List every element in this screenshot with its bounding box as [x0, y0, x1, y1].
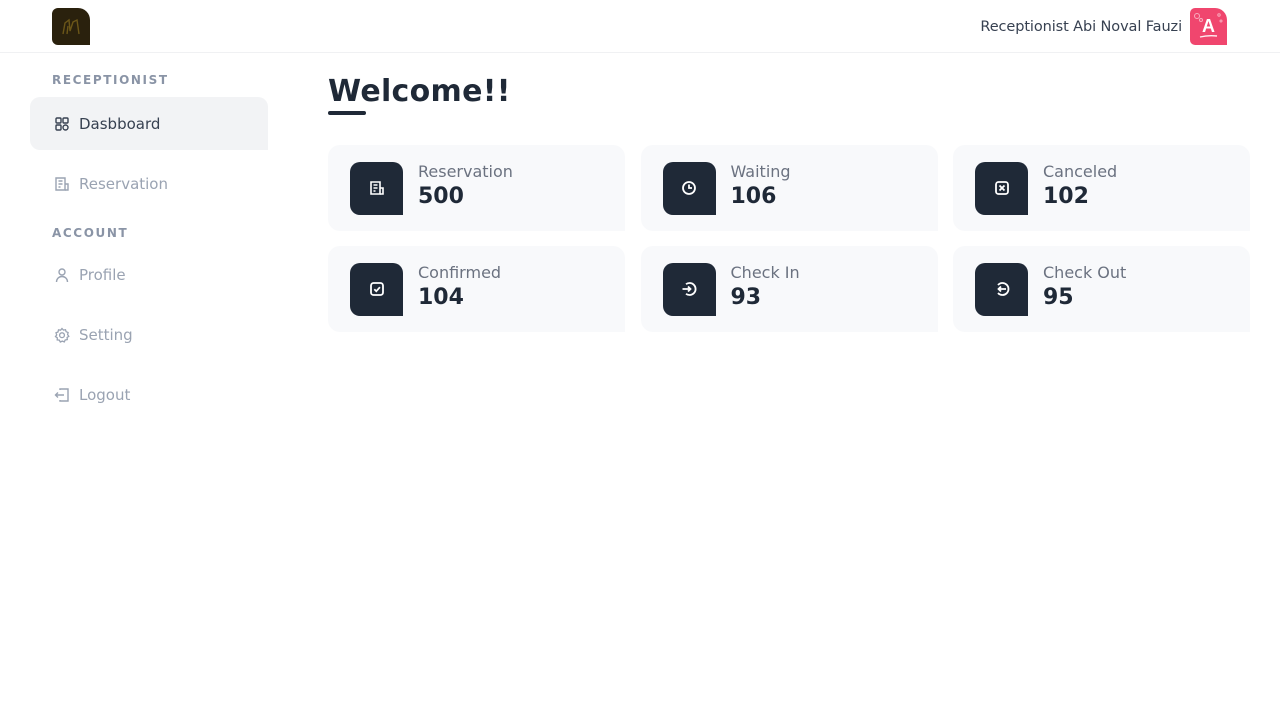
stats-grid: Reservation 500 Waiting 106 Canceled 102…	[328, 145, 1250, 332]
card-icon-box	[662, 262, 716, 316]
user-menu[interactable]: Receptionist Abi Noval Fauzi A	[980, 8, 1227, 45]
stat-value: 104	[418, 285, 464, 310]
sidebar-item-label: Setting	[79, 325, 133, 344]
card-icon-box	[350, 262, 403, 316]
sidebar-item-dashboard[interactable]: Dasbboard	[30, 97, 268, 150]
section-label-receptionist: RECEPTIONIST	[52, 73, 169, 87]
sidebar: RECEPTIONIST Dasbboard Reservation ACCOU…	[30, 53, 268, 421]
receipt-icon	[55, 176, 69, 191]
card-icon-box	[350, 161, 403, 215]
sidebar-item-setting[interactable]: Setting	[30, 308, 268, 361]
section-label-account: ACCOUNT	[52, 226, 129, 240]
gear-icon	[54, 326, 70, 343]
stat-label: Canceled	[1043, 162, 1118, 181]
user-name: Receptionist Abi Noval Fauzi	[980, 18, 1182, 35]
stat-label: Check Out	[1043, 263, 1127, 282]
logout-icon	[54, 387, 69, 402]
title-underline	[328, 111, 366, 115]
stat-label: Reservation	[418, 162, 513, 181]
check-in-icon	[682, 282, 697, 296]
clock-icon	[682, 181, 696, 195]
sidebar-item-label: Dasbboard	[79, 114, 161, 133]
stat-label: Waiting	[730, 162, 791, 181]
card-icon-box	[975, 161, 1028, 215]
stat-card-canceled[interactable]: Canceled 102	[953, 145, 1250, 231]
stat-label: Confirmed	[418, 263, 502, 282]
sidebar-item-profile[interactable]: Profile	[30, 248, 268, 301]
card-icon-box	[662, 161, 716, 215]
top-bar: Receptionist Abi Noval Fauzi A	[0, 0, 1280, 53]
page-title: Welcome!!	[328, 74, 511, 109]
stat-value: 106	[730, 184, 777, 209]
main-content: Welcome!! Reservation 500 Waiting 106 Ca…	[328, 53, 1250, 332]
stat-card-reservation[interactable]: Reservation 500	[328, 145, 625, 231]
dashboard-grid-icon	[55, 116, 69, 131]
receipt-icon	[369, 181, 384, 195]
stat-card-confirmed[interactable]: Confirmed 104	[328, 246, 625, 332]
card-icon-box	[975, 262, 1028, 316]
user-icon	[55, 267, 69, 282]
stat-value: 93	[730, 285, 762, 310]
hotel-logo-icon[interactable]	[52, 8, 90, 45]
check-out-icon	[996, 282, 1009, 296]
x-square-icon	[994, 181, 1009, 195]
avatar[interactable]: A	[1190, 8, 1227, 45]
sidebar-item-logout[interactable]: Logout	[30, 368, 268, 421]
stat-card-check-in[interactable]: Check In 93	[640, 246, 938, 332]
stat-value: 500	[418, 184, 464, 209]
sidebar-item-label: Logout	[79, 385, 131, 404]
sidebar-item-label: Profile	[79, 265, 126, 284]
sidebar-item-reservation[interactable]: Reservation	[30, 157, 268, 210]
stat-card-check-out[interactable]: Check Out 95	[953, 246, 1250, 332]
check-square-icon	[369, 282, 384, 296]
sidebar-item-label: Reservation	[79, 174, 168, 193]
stat-card-waiting[interactable]: Waiting 106	[640, 145, 938, 231]
stat-value: 95	[1043, 285, 1074, 310]
stat-label: Check In	[730, 263, 800, 282]
stat-value: 102	[1043, 184, 1089, 209]
